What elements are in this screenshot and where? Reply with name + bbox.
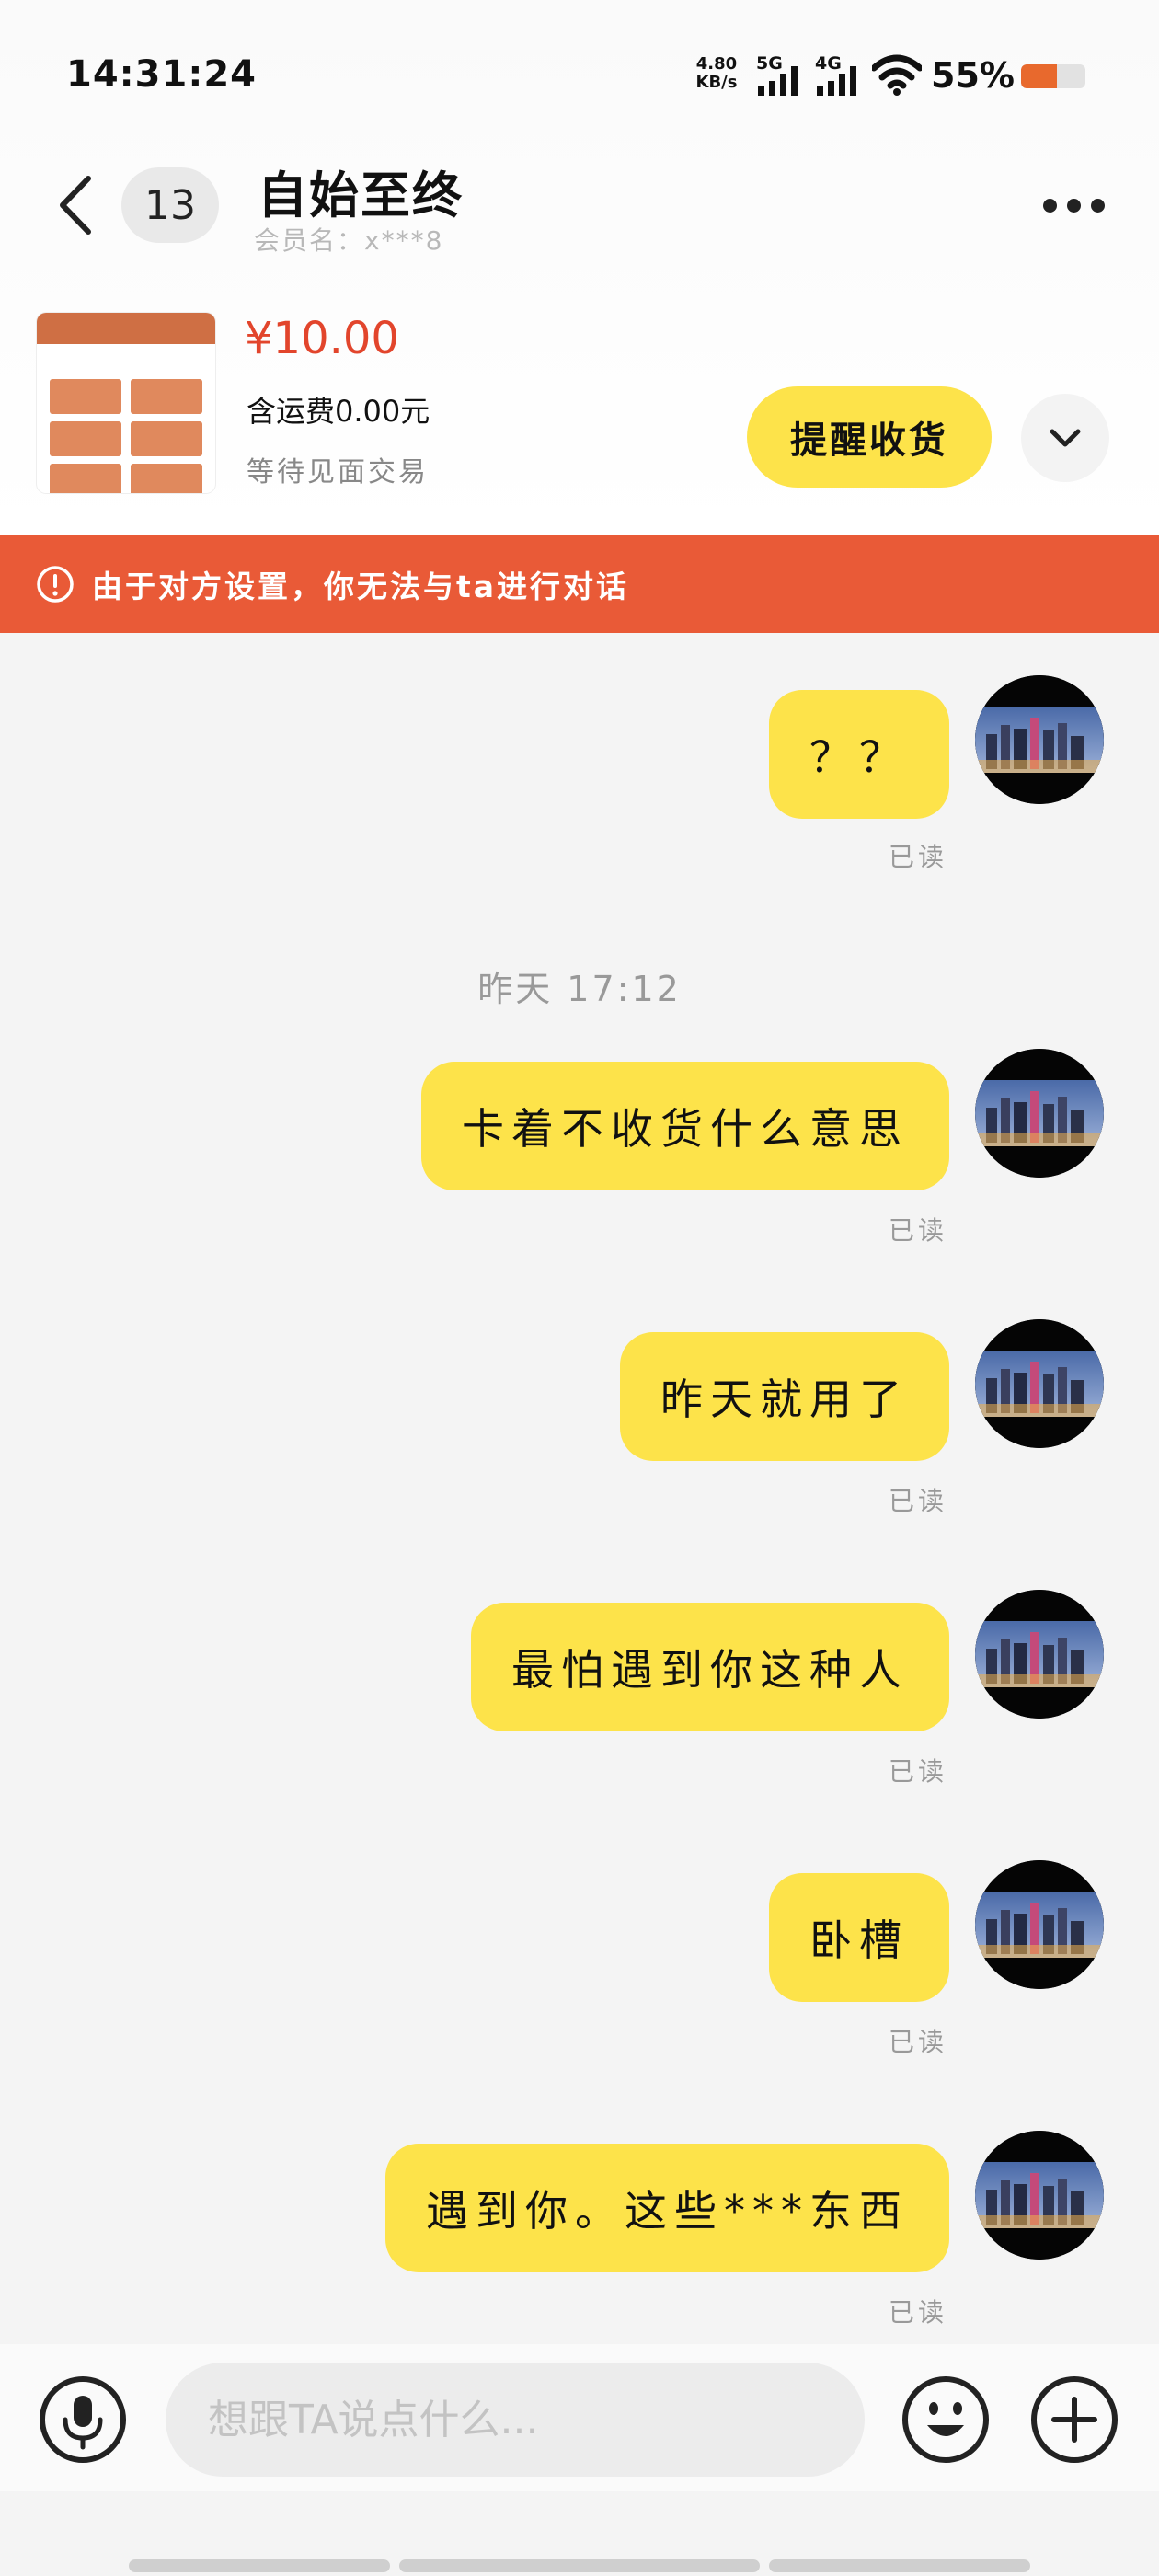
- avatar[interactable]: [975, 1319, 1104, 1448]
- message-bubble[interactable]: ？？: [769, 690, 949, 819]
- emoji-button[interactable]: [900, 2374, 992, 2466]
- chat-messages[interactable]: ？？ 已读 昨天 17:12 卡着不收货什么意思 已读 昨天就用了 已读 最怕遇…: [0, 633, 1159, 2344]
- nav-indicator-left: [129, 2559, 390, 2572]
- message-bubble[interactable]: 卧槽: [769, 1873, 949, 2002]
- wifi-icon: [872, 54, 922, 96]
- product-price: ¥10.00: [245, 313, 399, 364]
- warning-banner: 由于对方设置，你无法与ta进行对话: [0, 535, 1159, 633]
- expand-button[interactable]: [1021, 394, 1109, 482]
- contact-name: 自始至终: [258, 167, 464, 224]
- chevron-left-icon: [60, 176, 91, 235]
- read-status: 已读: [889, 2297, 948, 2328]
- voice-button[interactable]: [37, 2374, 129, 2466]
- exclamation-circle-icon: [37, 566, 74, 603]
- battery-percent: 55%: [931, 55, 1015, 96]
- message-bubble[interactable]: 最怕遇到你这种人: [471, 1603, 949, 1731]
- avatar[interactable]: [975, 2131, 1104, 2260]
- status-bar: 14:31:24 4.80 KB/s 5G 4G 55%: [0, 0, 1159, 138]
- network-speed: 4.80 KB/s: [695, 54, 738, 92]
- battery-level: [1021, 64, 1057, 88]
- more-options-button[interactable]: [1038, 195, 1111, 217]
- status-time: 14:31:24: [66, 53, 257, 96]
- plus-circle-icon: [1031, 2376, 1118, 2463]
- time-separator: 昨天 17:12: [477, 969, 682, 1009]
- avatar[interactable]: [975, 1590, 1104, 1719]
- avatar[interactable]: [975, 675, 1104, 804]
- input-bar: [0, 2344, 1159, 2491]
- back-button[interactable]: [53, 173, 99, 237]
- read-status: 已读: [889, 1486, 948, 1516]
- message-input[interactable]: [166, 2363, 865, 2477]
- message-bubble[interactable]: 昨天就用了: [620, 1332, 949, 1461]
- nav-indicator-right: [769, 2559, 1030, 2572]
- message-bubble[interactable]: 遇到你。这些***东西: [385, 2144, 949, 2272]
- order-status: 等待见面交易: [247, 456, 429, 489]
- remind-receipt-button[interactable]: 提醒收货: [747, 386, 992, 488]
- read-status: 已读: [889, 1215, 948, 1246]
- product-shipping: 含运费0.00元: [247, 394, 430, 429]
- chevron-down-icon: [1050, 429, 1081, 447]
- read-status: 已读: [889, 1756, 948, 1787]
- read-status: 已读: [889, 842, 948, 872]
- warning-text: 由于对方设置，你无法与ta进行对话: [92, 569, 630, 604]
- message-bubble[interactable]: 卡着不收货什么意思: [421, 1062, 949, 1190]
- avatar[interactable]: [975, 1049, 1104, 1178]
- smiley-icon: [902, 2376, 989, 2463]
- member-name: 会员名：x***8: [254, 225, 444, 256]
- product-thumbnail[interactable]: [37, 313, 215, 493]
- more-actions-button[interactable]: [1028, 2374, 1120, 2466]
- avatar[interactable]: [975, 1860, 1104, 1989]
- unread-count-badge[interactable]: 13: [121, 167, 219, 243]
- nav-indicator-center[interactable]: [399, 2559, 760, 2572]
- battery-icon: [1021, 64, 1085, 88]
- read-status: 已读: [889, 2027, 948, 2057]
- microphone-icon: [40, 2376, 126, 2463]
